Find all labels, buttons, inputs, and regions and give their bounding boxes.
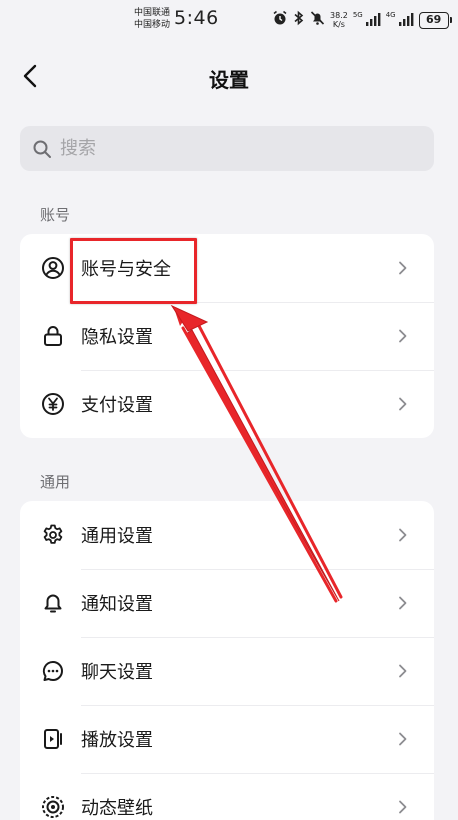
settings-item-privacy[interactable]: 隐私设置 xyxy=(20,302,434,370)
section-label-general: 通用 xyxy=(40,473,71,491)
search-icon xyxy=(32,139,52,159)
search-input[interactable] xyxy=(60,138,400,159)
settings-item-playback[interactable]: 播放设置 xyxy=(20,705,434,773)
signal-2-icon xyxy=(398,11,414,30)
lock-icon xyxy=(40,323,66,349)
status-time: 5:46 xyxy=(174,7,219,29)
settings-item-payment[interactable]: 支付设置 xyxy=(20,370,434,438)
bluetooth-icon xyxy=(293,10,305,30)
alarm-icon xyxy=(272,10,288,30)
section-label-account: 账号 xyxy=(40,206,71,224)
chevron-right-icon xyxy=(396,732,410,746)
settings-item-account-security[interactable]: 账号与安全 xyxy=(20,234,434,302)
chevron-right-icon xyxy=(396,261,410,275)
chevron-right-icon xyxy=(396,528,410,542)
settings-item-label: 账号与安全 xyxy=(81,259,171,280)
settings-item-label: 支付设置 xyxy=(81,395,153,416)
chevron-right-icon xyxy=(396,596,410,610)
settings-item-notification[interactable]: 通知设置 xyxy=(20,569,434,637)
settings-item-label: 通用设置 xyxy=(81,526,153,547)
chevron-right-icon xyxy=(396,329,410,343)
wallpaper-icon xyxy=(40,794,66,820)
settings-item-label: 播放设置 xyxy=(81,730,153,751)
network-type-2: 4G xyxy=(385,11,396,19)
yuan-icon xyxy=(40,391,66,417)
settings-item-label: 通知设置 xyxy=(81,594,153,615)
account-settings-card: 账号与安全 隐私设置 支付设置 xyxy=(20,234,434,438)
chevron-right-icon xyxy=(396,800,410,814)
carrier-1: 中国联通 xyxy=(134,8,171,18)
carrier-2: 中国移动 xyxy=(134,20,171,30)
gear-icon xyxy=(40,522,66,548)
settings-item-wallpaper[interactable]: 动态壁纸 xyxy=(20,773,434,820)
network-type-1: 5G xyxy=(352,11,363,19)
user-circle-icon xyxy=(40,255,66,281)
settings-item-label: 动态壁纸 xyxy=(81,798,153,819)
speed-value: 38.2 xyxy=(330,11,348,20)
network-speed: 38.2 K/s xyxy=(330,11,348,29)
settings-item-general[interactable]: 通用设置 xyxy=(20,501,434,569)
settings-item-label: 聊天设置 xyxy=(81,662,153,683)
bell-icon xyxy=(40,590,66,616)
signal-1-icon xyxy=(365,11,381,30)
page-title: 设置 xyxy=(209,68,249,92)
status-bar: 中国联通 中国移动 5:46 38.2 K/s 5G 4G 69 xyxy=(0,0,458,40)
carrier-names: 中国联通 中国移动 xyxy=(134,7,170,31)
speed-unit: K/s xyxy=(332,20,345,29)
status-icons: 38.2 K/s 5G 4G 69 xyxy=(272,9,452,31)
search-bar[interactable] xyxy=(20,126,434,171)
mute-bell-icon xyxy=(310,10,325,30)
chevron-right-icon xyxy=(396,664,410,678)
general-settings-card: 通用设置 通知设置 聊天设置 播放设置 动态壁纸 xyxy=(20,501,434,820)
chat-bubble-icon xyxy=(40,658,66,684)
settings-item-label: 隐私设置 xyxy=(81,327,153,348)
play-icon xyxy=(40,726,66,752)
chevron-right-icon xyxy=(396,397,410,411)
settings-item-chat[interactable]: 聊天设置 xyxy=(20,637,434,705)
battery-indicator: 69 xyxy=(418,11,452,29)
